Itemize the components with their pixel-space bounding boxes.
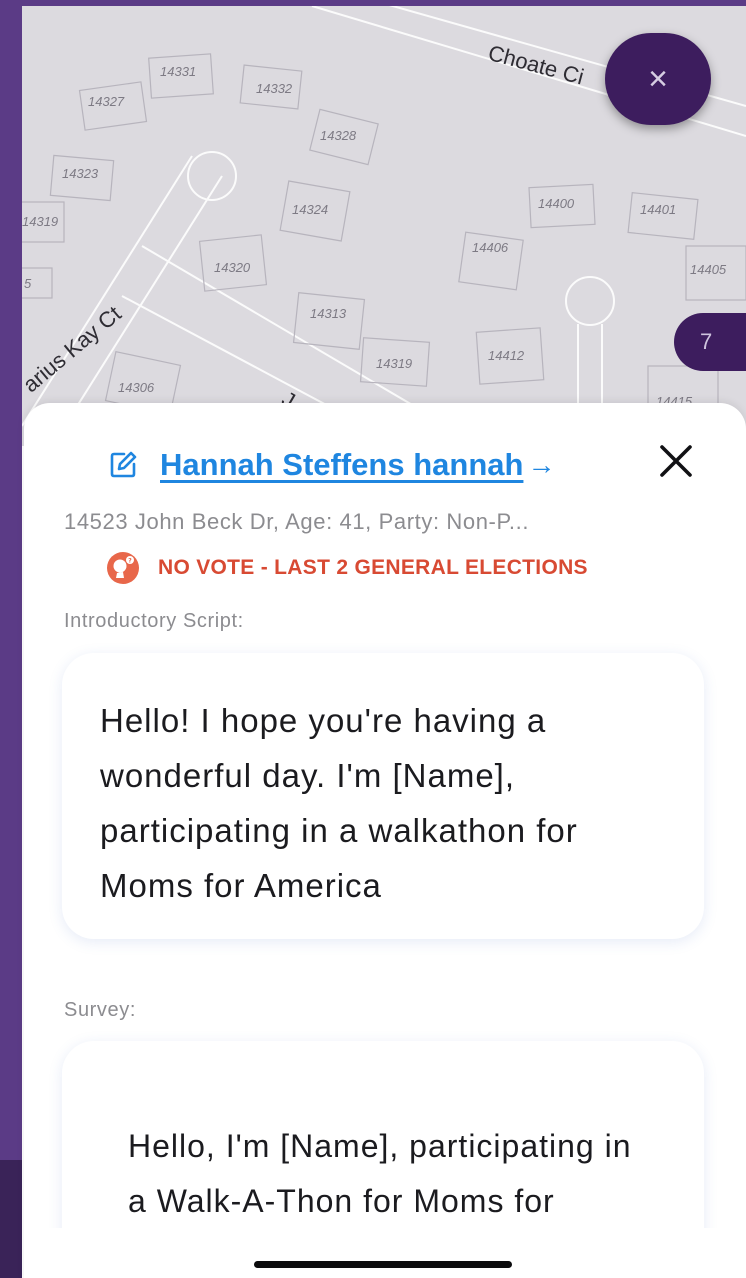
house-number: 14319 [22, 214, 59, 229]
house-number: 14401 [640, 202, 677, 217]
alert-icon: ? [107, 552, 139, 584]
house-number: 14406 [472, 240, 509, 255]
house-number: 14400 [538, 196, 575, 211]
cluster-marker[interactable]: 7 [674, 313, 746, 371]
survey-text: Hello, I'm [Name], participating in a Wa… [128, 1128, 632, 1219]
vote-status-text: NO VOTE - LAST 2 GENERAL ELECTIONS [158, 556, 588, 579]
edit-icon[interactable] [108, 450, 138, 480]
house-number: 14412 [488, 348, 525, 363]
house-number: 14319 [376, 356, 413, 371]
intro-script-card: Hello! I hope you're having a wonderful … [62, 653, 704, 939]
close-map-button[interactable]: × [605, 33, 711, 125]
intro-script-text: Hello! I hope you're having a wonderful … [100, 702, 578, 904]
close-icon: × [648, 59, 668, 98]
house-number: 14306 [118, 380, 155, 395]
svg-text:?: ? [128, 558, 132, 565]
house-number: 14320 [214, 260, 251, 275]
close-icon[interactable] [654, 439, 698, 483]
window-border-bottom-left [0, 1160, 22, 1278]
house-number: 14332 [256, 81, 293, 96]
arrow-right-icon[interactable]: → [527, 449, 555, 481]
voter-detail-sheet: Hannah Steffens hannah → 14523 John Beck… [24, 403, 746, 1278]
voter-name-link[interactable]: Hannah Steffens hannah [160, 447, 523, 483]
house-number: 14328 [320, 128, 357, 143]
bottom-safe-area [24, 1228, 746, 1278]
house-number: 14324 [292, 202, 329, 217]
house-number: 14323 [62, 166, 99, 181]
cluster-count: 7 [700, 329, 713, 354]
home-indicator[interactable] [254, 1261, 512, 1268]
window-border-left [0, 0, 22, 1278]
voter-address: 14523 John Beck Dr, Age: 41, Party: Non-… [64, 509, 530, 534]
app-screen: 14331 14332 14327 14328 14323 14324 1431… [0, 0, 746, 1278]
house-number: 14327 [88, 94, 125, 109]
intro-script-label: Introductory Script: [64, 610, 244, 632]
house-number: 14405 [690, 262, 727, 277]
house-number: 14313 [310, 306, 347, 321]
house-number: 5 [24, 276, 32, 291]
house-number: 14331 [160, 64, 197, 79]
vote-status-badge: ? NO VOTE - LAST 2 GENERAL ELECTIONS [106, 551, 588, 585]
survey-label: Survey: [64, 999, 137, 1021]
voter-name-row: Hannah Steffens hannah → [108, 443, 555, 487]
